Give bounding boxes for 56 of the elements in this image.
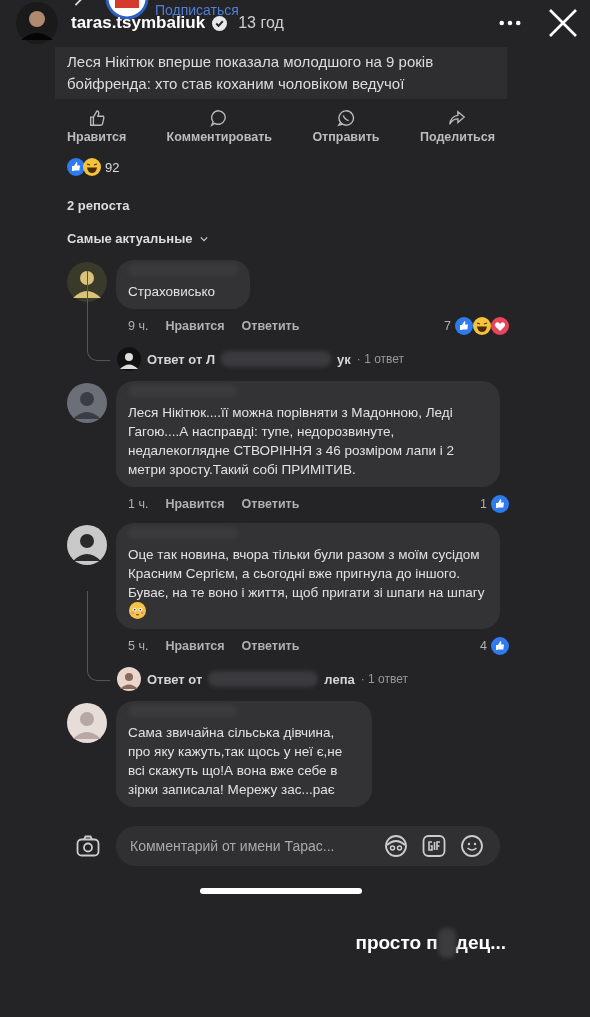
reply-author[interactable]: Ответ от	[147, 671, 203, 687]
gif-icon[interactable]	[422, 834, 446, 858]
caption-text: просто п	[355, 932, 438, 954]
action-button[interactable]: Отправить	[312, 109, 380, 144]
action-button[interactable]: Нравится	[67, 109, 127, 144]
comment-text: Оце так новина, вчора тільки були разом з моїм сусідом Красним Сергієм, а сьогодні вже пригнула до іншого. Буває, на те воно і життя, щоб пригати зі шпаги на шпагу	[128, 547, 485, 600]
comment-time: 1 ч.	[128, 497, 149, 511]
reaction-count[interactable]: 4	[480, 639, 487, 653]
heart-reaction-icon	[491, 317, 509, 335]
comment-time: 9 ч.	[128, 319, 149, 333]
flushed-emoji-icon	[129, 602, 146, 619]
reply-link[interactable]: Ответить	[241, 497, 300, 511]
action-button[interactable]: Поделиться	[419, 109, 495, 144]
subscribe-link[interactable]: Подписаться	[155, 2, 239, 18]
like-reaction-icon	[67, 158, 85, 176]
comment-field[interactable]: Комментарий от имени Тарас...	[116, 826, 500, 866]
reply-link[interactable]: Ответить	[241, 639, 300, 653]
post-time: 13 год	[238, 14, 284, 32]
laughing-emoji-icon	[473, 317, 491, 335]
like-reaction-icon	[455, 317, 473, 335]
like-link[interactable]: Нравится	[165, 319, 225, 333]
thumbs-up-icon	[87, 109, 106, 127]
more-icon[interactable]	[499, 20, 521, 26]
like-reaction-icon	[491, 637, 509, 655]
reply-author[interactable]: лепа	[324, 671, 355, 687]
close-icon[interactable]	[548, 8, 578, 38]
speech-bubble-icon	[210, 109, 229, 127]
chat-phone-icon	[336, 109, 355, 127]
reaction-count[interactable]: 1	[480, 497, 487, 511]
comment-input[interactable]: Комментарий от имени Тарас...	[128, 837, 370, 855]
reply-link[interactable]: Ответить	[241, 319, 300, 333]
reaction-count[interactable]: 7	[444, 319, 451, 333]
caption-text: дец...	[455, 932, 506, 954]
redaction-blur	[437, 928, 456, 958]
sort-dropdown[interactable]: Самые актуальные	[55, 213, 220, 246]
reply-count[interactable]: · 1 ответ	[360, 672, 408, 686]
reaction-count[interactable]: 92	[105, 159, 120, 175]
like-reaction-icon	[491, 495, 509, 513]
reply-author[interactable]: ук	[337, 351, 351, 367]
laughing-emoji-icon	[83, 158, 101, 176]
camera-icon[interactable]	[76, 835, 100, 857]
comment-time: 5 ч.	[128, 639, 149, 653]
comment-text: Леся Нікітюк....її можна порівняти з Мадонною, Леді Гагою....А насправді: тупе, недорозвинуте, недалекоглядне СТВОРІННЯ з 46 розміром лапи і 2 метри зросту.Такий собі ПРИМІТИВ.	[128, 405, 455, 477]
action-button[interactable]: Комментировать	[166, 109, 272, 144]
reposts-count[interactable]: 2 репоста	[55, 176, 507, 213]
caret-icon	[199, 235, 208, 242]
share-icon	[448, 109, 467, 127]
like-link[interactable]: Нравится	[165, 639, 225, 653]
reply-count[interactable]: · 1 ответ	[356, 352, 405, 366]
post-title[interactable]: Леся Нікітюк вперше показала молодшого на 9 років бойфренда: хто став коханим чоловіком ведучої	[55, 47, 507, 99]
comment-text: Сама звичайна сільська дівчина, про яку кажуть,так щось у неї є,не всі скажуть що!А вона вже себе в зірки записала! Мережу зас...рає	[128, 725, 343, 797]
emoji-icon[interactable]	[460, 834, 484, 858]
reply-author[interactable]: Ответ от Л	[147, 351, 216, 367]
like-link[interactable]: Нравится	[165, 497, 225, 511]
comment-text: Страховисько	[128, 284, 216, 299]
avatar-sticker-icon[interactable]	[384, 834, 408, 858]
